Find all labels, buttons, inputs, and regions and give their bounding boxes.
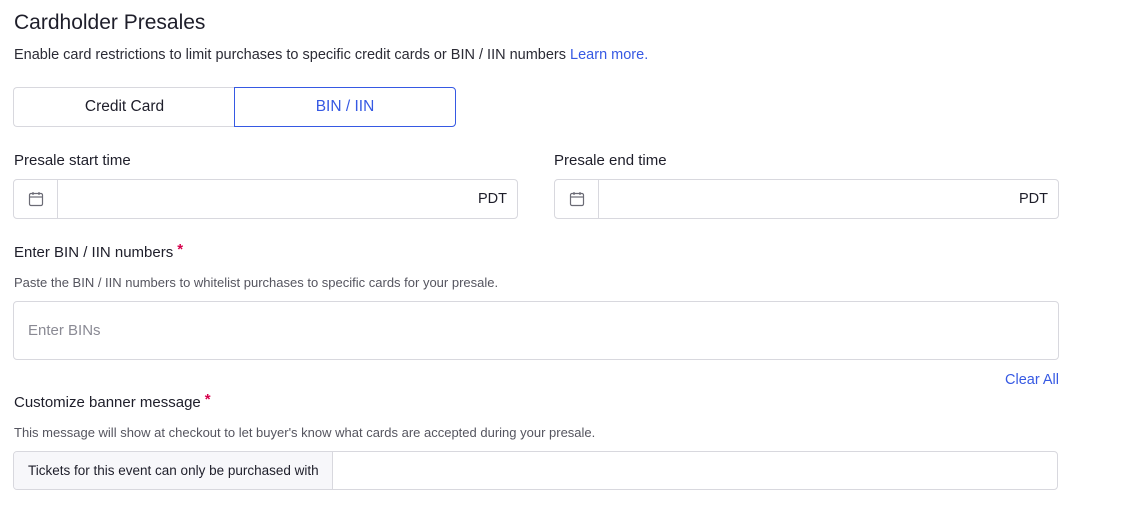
presale-start-calendar-button[interactable] [14, 180, 58, 218]
restriction-type-toggle: Credit Card BIN / IIN [13, 87, 456, 127]
banner-message-field: Tickets for this event can only be purch… [13, 451, 1058, 490]
learn-more-link[interactable]: Learn more. [570, 47, 648, 63]
subtitle-text: Enable card restrictions to limit purcha… [14, 47, 567, 63]
presale-start-field: PDT [13, 179, 518, 219]
calendar-icon [569, 192, 584, 207]
presale-end-input[interactable] [599, 180, 1019, 218]
page-title: Cardholder Presales [14, 11, 206, 34]
required-marker: * [177, 241, 184, 258]
bins-input[interactable]: Enter BINs [13, 301, 1059, 360]
presale-end-calendar-button[interactable] [555, 180, 599, 218]
presale-start-label: Presale start time [14, 152, 131, 169]
tab-bin-iin[interactable]: BIN / IIN [234, 87, 456, 127]
tab-credit-card[interactable]: Credit Card [13, 87, 235, 127]
banner-label: Customize banner message * [14, 391, 211, 411]
page-subtitle: Enable card restrictions to limit purcha… [14, 47, 648, 63]
presale-end-timezone: PDT [1019, 191, 1048, 207]
cardholder-presales-panel: Cardholder Presales Enable card restrict… [0, 0, 1128, 523]
presale-end-label: Presale end time [554, 152, 667, 169]
bins-helper-text: Paste the BIN / IIN numbers to whitelist… [14, 275, 499, 290]
banner-label-text: Customize banner message [14, 394, 201, 411]
banner-prefix: Tickets for this event can only be purch… [14, 452, 333, 489]
bins-label-text: Enter BIN / IIN numbers [14, 244, 174, 261]
clear-all-button[interactable]: Clear All [1005, 372, 1059, 388]
bins-label: Enter BIN / IIN numbers * [14, 241, 184, 261]
presale-start-input[interactable] [58, 180, 478, 218]
presale-end-field: PDT [554, 179, 1059, 219]
presale-start-timezone: PDT [478, 191, 507, 207]
calendar-icon [28, 192, 43, 207]
banner-message-input[interactable] [333, 452, 1057, 489]
required-marker: * [204, 391, 211, 408]
banner-helper-text: This message will show at checkout to le… [14, 425, 596, 440]
